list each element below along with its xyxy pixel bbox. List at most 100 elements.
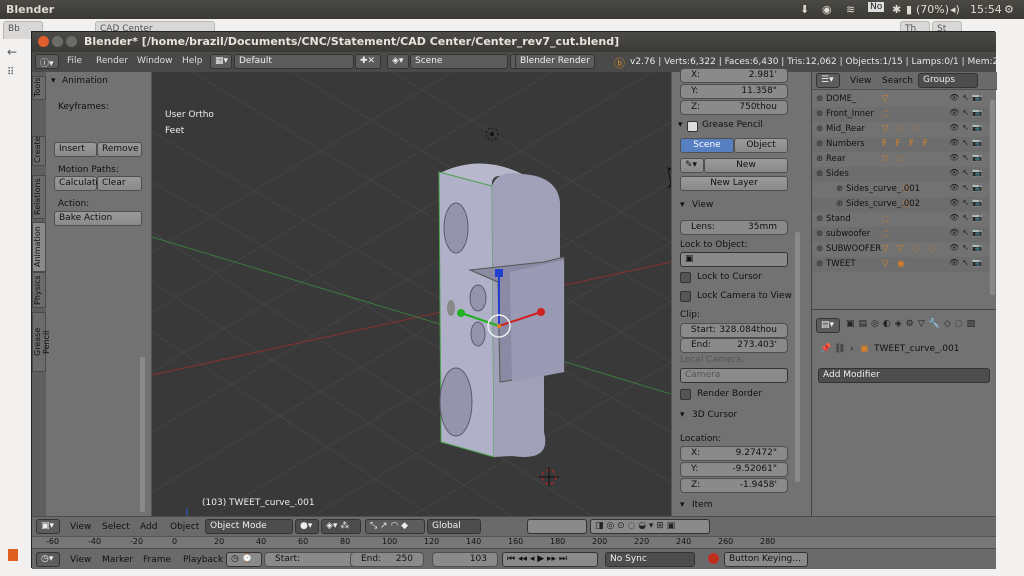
menu-help[interactable]: Help (182, 56, 203, 66)
collapse-triangle-icon[interactable]: ▾ (680, 200, 685, 210)
tab-create[interactable]: Create (32, 136, 46, 166)
visibility-icons[interactable]: 👁↖📷 (949, 123, 985, 132)
item-panel-title[interactable]: Item (692, 500, 713, 510)
properties-context-tabs[interactable]: ▣▤◎◐◈⚙▽🔧◇◌▧ (846, 319, 979, 329)
tab-grease-pencil[interactable]: Grease Pencil (32, 312, 51, 372)
scene-select[interactable]: Scene (410, 54, 508, 69)
3d-cursor-title[interactable]: 3D Cursor (692, 410, 737, 420)
view-menu[interactable]: View (70, 522, 91, 532)
panel-title-animation[interactable]: Animation (62, 76, 108, 86)
render-border-checkbox[interactable] (680, 389, 691, 400)
gear-icon[interactable]: ⚙ (1004, 3, 1014, 16)
wifi-icon[interactable]: ≋ (846, 3, 855, 16)
marker-menu[interactable]: Marker (102, 555, 133, 565)
x-gizmo-handle[interactable] (537, 308, 545, 316)
outliner-row[interactable]: ⊛ TWEET ▽ ◉ 👁↖📷 (812, 257, 989, 272)
maximize-icon[interactable] (66, 36, 77, 47)
pivot-select[interactable]: ◈▾ ⁂ (321, 519, 361, 534)
outliner-display-select[interactable]: Groups (918, 73, 978, 88)
collapse-triangle-icon[interactable]: ▾ (680, 410, 685, 420)
calculate-paths-button[interactable]: Calculate (54, 176, 101, 191)
tab-relations[interactable]: Relations (32, 175, 46, 219)
viewport-editor-icon[interactable]: ▣▾ (36, 519, 60, 534)
location-x-field[interactable]: X: 2.981' (680, 68, 788, 83)
outliner-row[interactable]: ⊛ Sides_curve_.002 ◌ 👁↖📷 (812, 197, 989, 212)
frame-menu[interactable]: Frame (143, 555, 171, 565)
collapse-triangle-icon[interactable]: ▾ (680, 500, 685, 510)
visibility-icons[interactable]: 👁↖📷 (949, 198, 985, 207)
y-gizmo-handle[interactable] (457, 309, 465, 317)
snap-render-buttons[interactable]: ◨ ◎ ⊙ ◌ ◒ ▾ ⊞ ▣ (590, 519, 710, 534)
menu-file[interactable]: File (67, 56, 82, 66)
n-panel-scrollbar[interactable] (795, 232, 800, 482)
new-gp-button[interactable]: New (704, 158, 788, 173)
tab-tools[interactable]: Tools (32, 76, 46, 100)
visibility-icons[interactable]: 👁↖📷 (949, 243, 985, 252)
file-icon[interactable] (8, 549, 18, 561)
clip-start-field[interactable]: Start: 328.084thou (680, 323, 788, 338)
clip-end-field[interactable]: End: 273.403' (680, 338, 788, 353)
speaker-model[interactable] (438, 163, 565, 458)
apps-icon[interactable]: ⠿ (7, 67, 14, 78)
outliner-row[interactable]: ⊛ Sides 👁↖📷 (812, 167, 989, 182)
chrome-icon[interactable]: ◉ (822, 3, 832, 16)
lock-to-cursor-checkbox[interactable] (680, 272, 691, 283)
current-frame-field[interactable]: 103 (432, 552, 498, 567)
keyboard-layout-badge[interactable]: No (868, 2, 885, 12)
outliner-editor-icon[interactable]: ☰▾ (816, 73, 840, 88)
dropbox-icon[interactable]: ⬇ (800, 3, 809, 16)
outliner-search-menu[interactable]: Search (882, 76, 913, 86)
grease-pencil-checkbox[interactable] (687, 121, 698, 132)
scene-toggle-button[interactable]: Scene (680, 138, 734, 153)
editor-type-icon[interactable]: ⓘ▾ (35, 54, 59, 69)
insert-keyframe-button[interactable]: Insert (54, 142, 97, 157)
orientation-select[interactable]: Global (427, 519, 481, 534)
view-panel-title[interactable]: View (692, 200, 713, 210)
select-menu[interactable]: Select (102, 522, 130, 532)
layer-buttons[interactable] (527, 519, 587, 534)
visibility-icons[interactable]: 👁↖📷 (949, 108, 985, 117)
new-layer-button[interactable]: New Layer (680, 176, 788, 191)
visibility-icons[interactable]: 👁↖📷 (949, 93, 985, 102)
cursor-x-field[interactable]: X: 9.27472" (680, 446, 788, 461)
screen-layout-select[interactable]: Default (234, 54, 354, 69)
playback-menu[interactable]: Playback (183, 555, 223, 565)
pin-icon[interactable]: 📌 (820, 344, 831, 354)
object-menu[interactable]: Object (170, 522, 199, 532)
outliner-row[interactable]: ⊛ Sides_curve_.001 ◌ 👁↖📷 (812, 182, 989, 197)
visibility-icons[interactable]: 👁↖📷 (949, 258, 985, 267)
local-camera-field[interactable]: Camera (680, 368, 788, 383)
tool-shelf-scrollbar[interactable] (140, 357, 145, 512)
volume-icon[interactable]: ◂) (950, 3, 960, 16)
bluetooth-icon[interactable]: ✱ (892, 3, 901, 16)
layout-add-remove[interactable]: ✚✕ (355, 54, 381, 69)
grease-pencil-title[interactable]: Grease Pencil (702, 120, 763, 130)
outliner-row[interactable]: ⊛ Front_Inner ◌ 👁↖📷 (812, 107, 989, 122)
remove-keyframe-button[interactable]: Remove (97, 142, 142, 157)
clock[interactable]: 15:54 (970, 3, 1002, 16)
collapse-triangle-icon[interactable]: ▾ (678, 120, 683, 130)
add-modifier-dropdown[interactable]: Add Modifier (818, 368, 990, 383)
playback-controls[interactable]: ⏮ ◂◂ ◂ ▶ ▸▸ ⏭ (502, 552, 598, 567)
outliner-row[interactable]: ⊛ Numbers F F F F 👁↖📷 (812, 137, 989, 152)
outliner-view-menu[interactable]: View (850, 76, 871, 86)
battery-icon[interactable]: ▮ (906, 3, 912, 16)
lock-object-picker[interactable]: ▣ (680, 252, 788, 267)
outliner-row[interactable]: ⊛ DOME_ ▽ 👁↖📷 (812, 92, 989, 107)
mode-select[interactable]: Object Mode (205, 519, 293, 534)
location-z-field[interactable]: Z: 750thou (680, 100, 788, 115)
outliner-scrollbar[interactable] (990, 100, 995, 295)
outliner-row[interactable]: ⊛ SUBWOOFER ▽ ▽ ◌ ◌ 👁↖📷 (812, 242, 989, 257)
object-toggle-button[interactable]: Object (734, 138, 788, 153)
visibility-icons[interactable]: 👁↖📷 (949, 153, 985, 162)
lens-field[interactable]: Lens: 35mm (680, 220, 788, 235)
close-icon[interactable] (38, 36, 49, 47)
record-icon[interactable] (708, 553, 719, 564)
collapse-triangle-icon[interactable]: ▾ (51, 76, 56, 86)
outliner-row[interactable]: ⊛ subwoofer ◌ 👁↖📷 (812, 227, 989, 242)
3d-viewport[interactable]: User Ortho Feet (103) TWEET_curve_.001 (152, 72, 671, 516)
lock-camera-checkbox[interactable] (680, 291, 691, 302)
visibility-icons[interactable]: 👁↖📷 (949, 138, 985, 147)
location-y-field[interactable]: Y: 11.358" (680, 84, 788, 99)
outliner-row[interactable]: ⊛ Rear ▽ ◌ 👁↖📷 (812, 152, 989, 167)
